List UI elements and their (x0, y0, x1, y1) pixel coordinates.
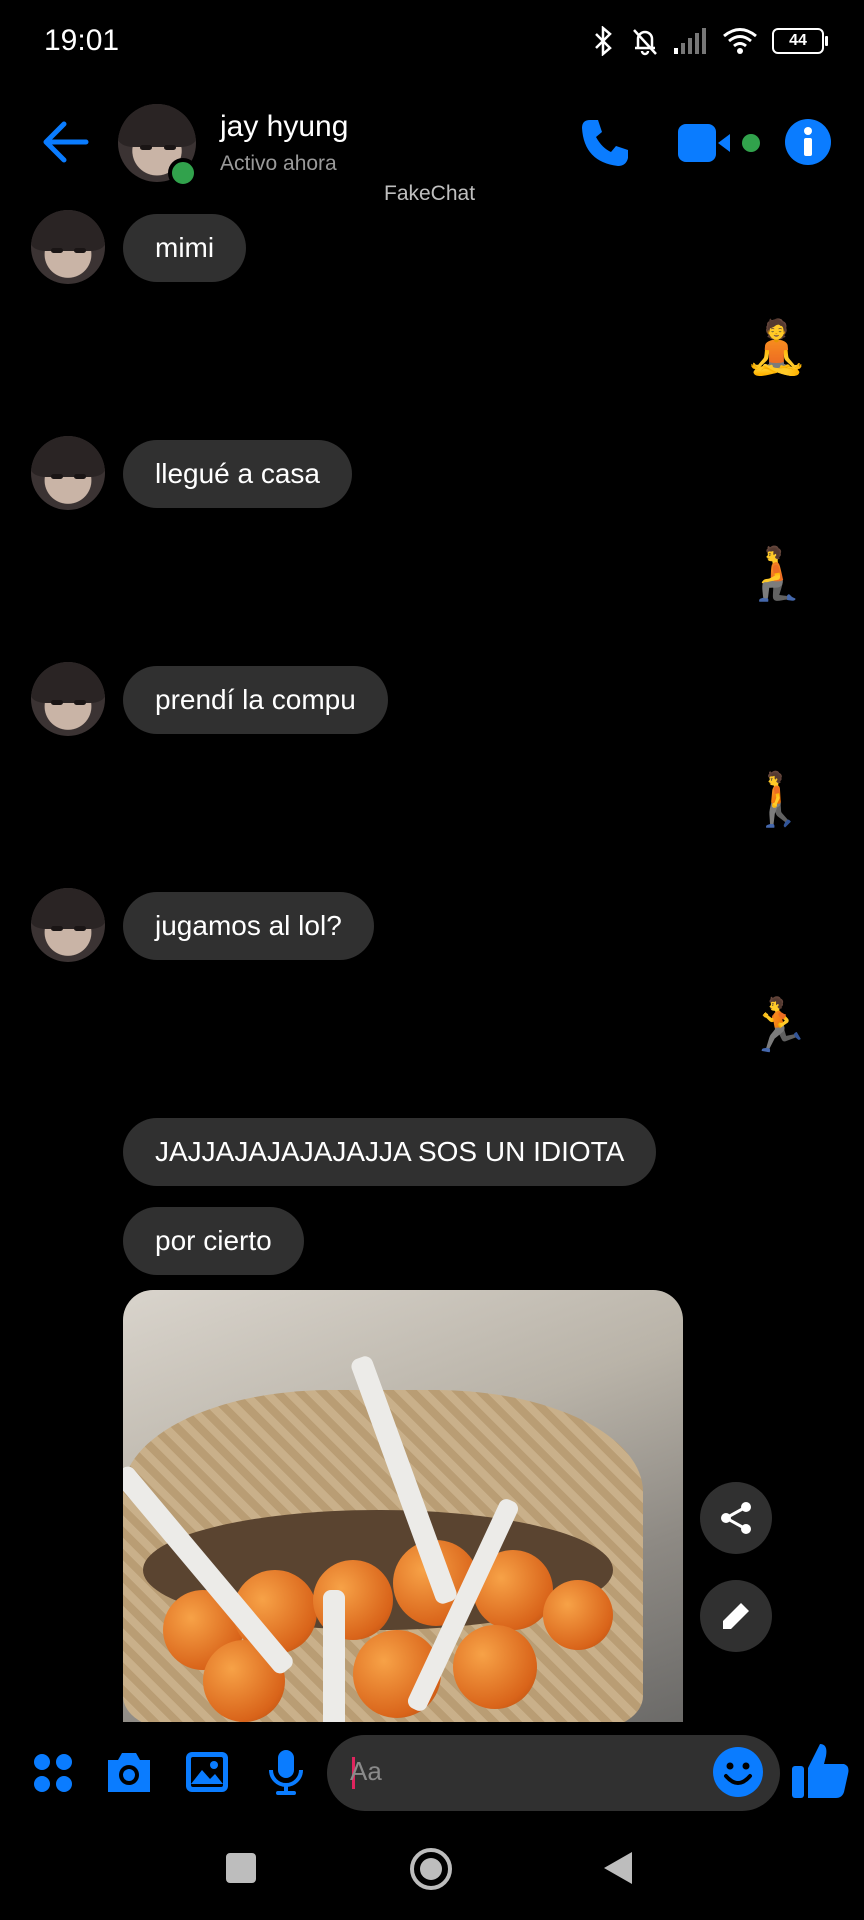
message-bubble[interactable]: por cierto (123, 1207, 304, 1275)
camera-icon (108, 1753, 150, 1792)
video-call-button[interactable] (678, 122, 762, 169)
message-photo[interactable] (123, 1290, 683, 1722)
mic-icon (269, 1750, 303, 1795)
sender-avatar[interactable] (31, 662, 105, 736)
status-time: 19:01 (44, 24, 120, 57)
message-bubble[interactable]: jugamos al lol? (123, 892, 374, 960)
edit-icon (723, 1603, 749, 1629)
nav-recents-button[interactable] (226, 1853, 256, 1883)
share-icon (721, 1502, 751, 1534)
message-bubble[interactable]: llegué a casa (123, 440, 353, 508)
voice-button[interactable] (266, 1748, 306, 1801)
status-icons: 44 (590, 26, 828, 56)
message-bubble[interactable]: JAJJAJAJAJAJAJJA SOS UN IDIOTA (123, 1118, 657, 1186)
message-emoji[interactable]: 🧘 (744, 322, 809, 374)
emoji-icon (713, 1747, 763, 1797)
gallery-icon (186, 1752, 228, 1792)
apps-icon (34, 1754, 72, 1792)
message-bubble[interactable]: prendí la compu (123, 666, 388, 734)
message-emoji[interactable]: 🏃 (746, 1000, 811, 1052)
nav-home-button[interactable] (409, 1847, 453, 1896)
gallery-button[interactable] (184, 1750, 230, 1799)
like-button[interactable] (790, 1740, 852, 1807)
contact-name[interactable]: jay hyung (220, 110, 348, 144)
sender-avatar[interactable] (31, 210, 105, 284)
battery-indicator: 44 (772, 28, 828, 54)
message-emoji[interactable]: 🧎 (744, 548, 809, 600)
message-bubble[interactable]: mimi (123, 214, 247, 282)
message-emoji[interactable]: 🚶 (746, 774, 811, 826)
nav-back-icon (604, 1852, 632, 1884)
edit-button[interactable] (700, 1580, 772, 1652)
back-arrow-icon (43, 121, 89, 163)
sender-avatar[interactable] (31, 436, 105, 510)
bluetooth-icon (595, 26, 612, 56)
back-button[interactable] (40, 118, 90, 171)
nav-back-button[interactable] (602, 1850, 634, 1891)
signal-icon (674, 28, 706, 54)
camera-button[interactable] (104, 1750, 154, 1799)
info-icon (785, 119, 831, 165)
watermark: FakeChat (384, 182, 476, 205)
contact-status: Activo ahora (220, 152, 337, 175)
info-button[interactable] (784, 118, 832, 171)
message-input-placeholder: Aa (350, 1756, 382, 1786)
wifi-icon (723, 28, 757, 54)
share-button[interactable] (700, 1482, 772, 1554)
home-icon (410, 1848, 452, 1890)
apps-button[interactable] (32, 1752, 74, 1799)
call-button[interactable] (578, 116, 632, 175)
sender-avatar[interactable] (31, 888, 105, 962)
thumbs-up-icon (792, 1744, 849, 1798)
online-indicator (168, 158, 198, 188)
emoji-button[interactable] (712, 1746, 764, 1803)
mute-bell-icon (633, 29, 657, 56)
video-icon (678, 124, 760, 162)
phone-icon (582, 120, 628, 166)
